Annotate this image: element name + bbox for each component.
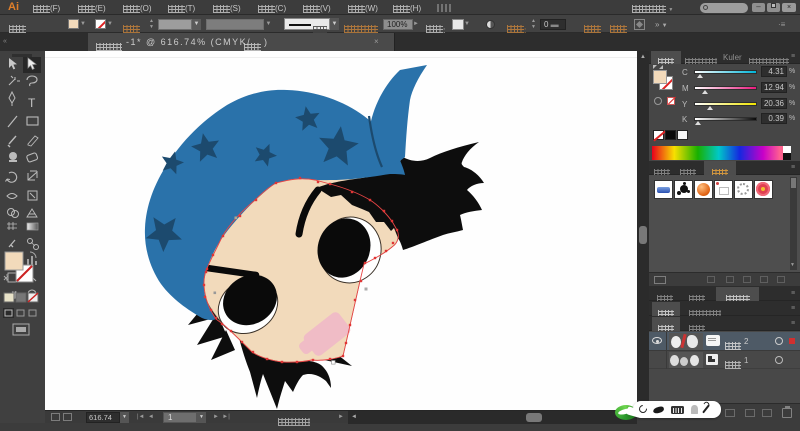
svg-text:T: T [28, 96, 36, 110]
